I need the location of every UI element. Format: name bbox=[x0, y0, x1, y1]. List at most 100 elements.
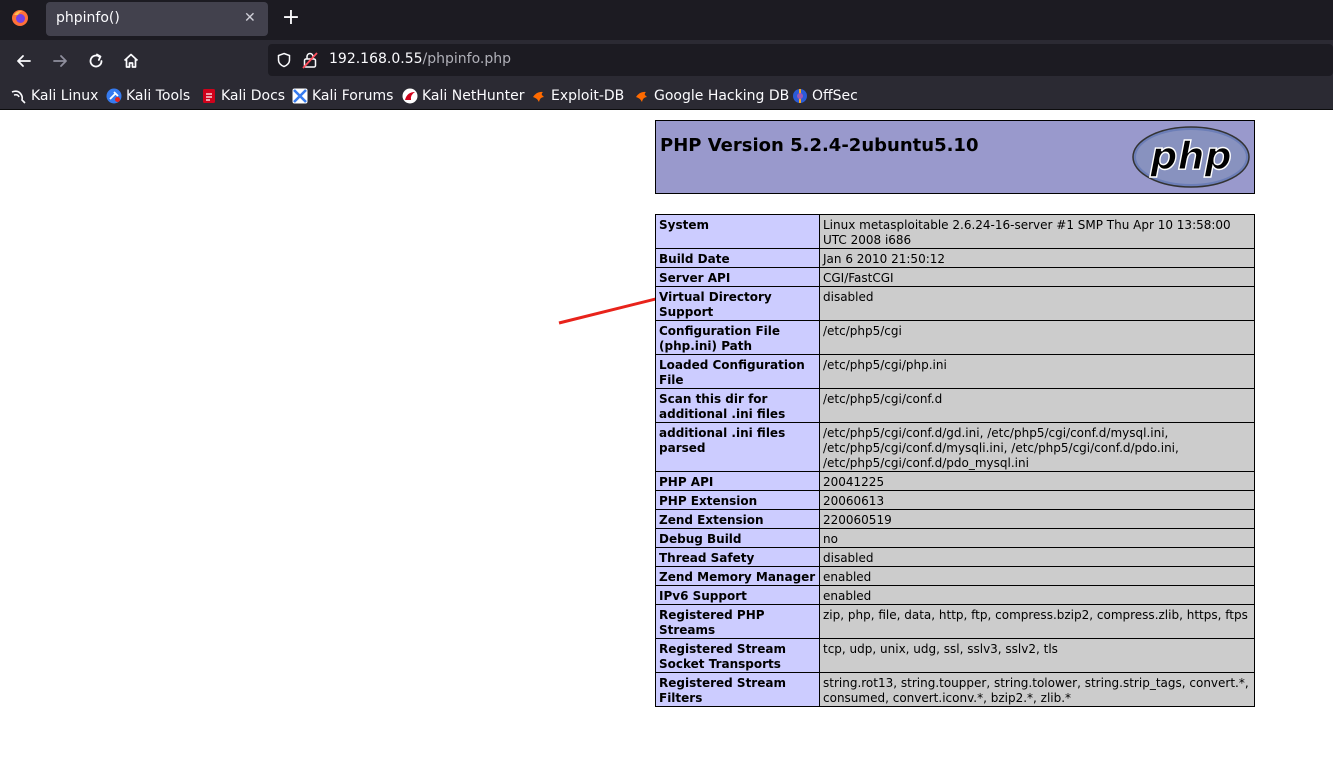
info-row: PHP API 20041225 bbox=[655, 471, 1255, 491]
back-icon[interactable] bbox=[14, 51, 34, 71]
nethunter-icon bbox=[402, 88, 418, 104]
bookmark-label: OffSec bbox=[812, 88, 858, 104]
info-row: Configuration File (php.ini) Path/etc/ph… bbox=[655, 320, 1255, 355]
exploit-db-icon bbox=[533, 91, 544, 102]
info-key: PHP API bbox=[655, 471, 820, 491]
bookmark-offsec[interactable]: OffSec bbox=[792, 87, 858, 105]
forward-icon[interactable] bbox=[50, 51, 70, 71]
bookmark-kali-tools[interactable]: Kali Tools bbox=[106, 87, 190, 105]
info-key: Zend Extension bbox=[655, 509, 820, 529]
info-value: string.rot13, string.toupper, string.tol… bbox=[819, 672, 1255, 707]
insecure-lock-icon[interactable] bbox=[302, 51, 318, 69]
bookmarks-toolbar: Kali Linux Kali Tools Kali Docs Kali For… bbox=[0, 82, 1333, 110]
info-row: Registered PHP Streams zip, php, file, da… bbox=[655, 604, 1255, 639]
php-info-table: System Linux metasploitable 2.6.24-16-ser… bbox=[655, 214, 1255, 707]
info-key: IPv6 Support bbox=[655, 585, 820, 605]
info-value: enabled bbox=[819, 585, 1255, 605]
info-row: Server API CGI/FastCGI bbox=[655, 267, 1255, 287]
bookmark-kali-forums[interactable]: Kali Forums bbox=[292, 87, 393, 105]
info-value: 220060519 bbox=[819, 509, 1255, 529]
bookmark-label: Kali Tools bbox=[126, 88, 191, 104]
bookmark-exploit-db[interactable]: Exploit-DB bbox=[531, 87, 624, 105]
info-value: /etc/php5/cgi/conf.d/gd.ini, /etc/php5/c… bbox=[819, 422, 1255, 472]
info-row: Loaded Configuration File/etc/php5/cgi/p… bbox=[655, 354, 1255, 389]
url-path: /phpinfo.php bbox=[422, 51, 511, 67]
url-host: 192.168.0.55 bbox=[329, 51, 423, 67]
offsec-icon bbox=[793, 89, 807, 103]
info-row: Registered Stream Filters string.rot13, s… bbox=[655, 672, 1255, 707]
php-logo[interactable]: php bbox=[1132, 126, 1250, 188]
info-value: CGI/FastCGI bbox=[819, 267, 1255, 287]
info-key: Debug Build bbox=[655, 528, 820, 548]
info-key: Zend Memory Manager bbox=[655, 566, 820, 586]
kali-tools-icon bbox=[106, 88, 122, 104]
ghdb-icon bbox=[636, 91, 647, 102]
kali-docs-icon bbox=[203, 89, 215, 103]
info-key: Build Date bbox=[655, 248, 820, 268]
php-version-header: PHP Version 5.2.4-2ubuntu5.10 php bbox=[655, 120, 1255, 194]
url-bar[interactable]: 192.168.0.55/phpinfo.php bbox=[268, 44, 1333, 76]
url-text[interactable]: 192.168.0.55/phpinfo.php bbox=[329, 51, 511, 67]
kali-dragon-icon bbox=[11, 90, 26, 104]
bookmark-kali-docs[interactable]: Kali Docs bbox=[201, 87, 285, 105]
page-content: PHP Version 5.2.4-2ubuntu5.10 php System… bbox=[0, 111, 1333, 770]
php-logo-text: php bbox=[1149, 134, 1231, 178]
bookmark-kali-linux[interactable]: Kali Linux bbox=[11, 87, 98, 105]
home-icon[interactable] bbox=[121, 51, 141, 71]
tracking-protection-shield-icon[interactable] bbox=[276, 52, 292, 68]
info-row: Registered Stream Socket Transports tcp, … bbox=[655, 638, 1255, 673]
info-value: /etc/php5/cgi bbox=[819, 320, 1255, 355]
bookmark-google-hacking-db[interactable]: Google Hacking DB bbox=[634, 87, 789, 105]
info-value: tcp, udp, unix, udg, ssl, sslv3, sslv2, … bbox=[819, 638, 1255, 673]
info-value: /etc/php5/cgi/php.ini bbox=[819, 354, 1255, 389]
tab-strip: phpinfo() ✕ + bbox=[0, 0, 1333, 40]
bookmark-label: Kali Docs bbox=[221, 88, 286, 104]
info-row: Virtual Directory Support disabled bbox=[655, 286, 1255, 321]
bookmark-label: Google Hacking DB bbox=[654, 88, 790, 104]
close-icon[interactable]: ✕ bbox=[244, 10, 256, 26]
info-row: PHP Extension 20060613 bbox=[655, 490, 1255, 510]
reload-icon[interactable] bbox=[86, 51, 106, 71]
info-row: Zend Extension 220060519 bbox=[655, 509, 1255, 529]
info-value: Jan 6 2010 21:50:12 bbox=[819, 248, 1255, 268]
info-key: Configuration File (php.ini) Path bbox=[655, 320, 820, 355]
php-info-table-body: System Linux metasploitable 2.6.24-16-ser… bbox=[655, 214, 1255, 707]
info-value: enabled bbox=[819, 566, 1255, 586]
info-key: additional .ini files parsed bbox=[655, 422, 820, 472]
info-value: disabled bbox=[819, 286, 1255, 321]
bookmark-kali-nethunter[interactable]: Kali NetHunter bbox=[402, 87, 524, 105]
info-value: /etc/php5/cgi/conf.d bbox=[819, 388, 1255, 423]
info-key: Loaded Configuration File bbox=[655, 354, 820, 389]
info-value: disabled bbox=[819, 547, 1255, 567]
php-version-title: PHP Version 5.2.4-2ubuntu5.10 bbox=[660, 135, 979, 156]
info-key: Virtual Directory Support bbox=[655, 286, 820, 321]
bookmark-label: Kali Linux bbox=[31, 88, 99, 104]
info-row: IPv6 Support enabled bbox=[655, 585, 1255, 605]
info-row: System Linux metasploitable 2.6.24-16-ser… bbox=[655, 214, 1255, 249]
info-key: System bbox=[655, 214, 820, 249]
info-key: Registered Stream Socket Transports bbox=[655, 638, 820, 673]
info-value: no bbox=[819, 528, 1255, 548]
info-value: zip, php, file, data, http, ftp, compres… bbox=[819, 604, 1255, 639]
info-key: PHP Extension bbox=[655, 490, 820, 510]
info-row: Zend Memory Manager enabled bbox=[655, 566, 1255, 586]
info-key: Thread Safety bbox=[655, 547, 820, 567]
bookmark-label: Exploit-DB bbox=[551, 88, 625, 104]
kali-forums-icon bbox=[292, 88, 308, 104]
info-row: Debug Build no bbox=[655, 528, 1255, 548]
info-row: Build Date Jan 6 2010 21:50:12 bbox=[655, 248, 1255, 268]
info-row: Thread Safety disabled bbox=[655, 547, 1255, 567]
new-tab-icon[interactable]: + bbox=[280, 5, 302, 31]
info-value: 20041225 bbox=[819, 471, 1255, 491]
info-key: Registered Stream Filters bbox=[655, 672, 820, 707]
info-value: Linux metasploitable 2.6.24-16-server #1… bbox=[819, 214, 1255, 249]
navigation-toolbar: 192.168.0.55/phpinfo.php bbox=[0, 40, 1333, 82]
tab-title: phpinfo() bbox=[56, 10, 120, 26]
bookmark-label: Kali NetHunter bbox=[422, 88, 525, 104]
info-row: Scan this dir for additional .ini files /… bbox=[655, 388, 1255, 423]
info-key: Server API bbox=[655, 267, 820, 287]
tab-phpinfo[interactable]: phpinfo() ✕ bbox=[46, 2, 268, 36]
info-key: Scan this dir for additional .ini files bbox=[655, 388, 820, 423]
info-key: Registered PHP Streams bbox=[655, 604, 820, 639]
firefox-icon[interactable] bbox=[11, 9, 29, 27]
